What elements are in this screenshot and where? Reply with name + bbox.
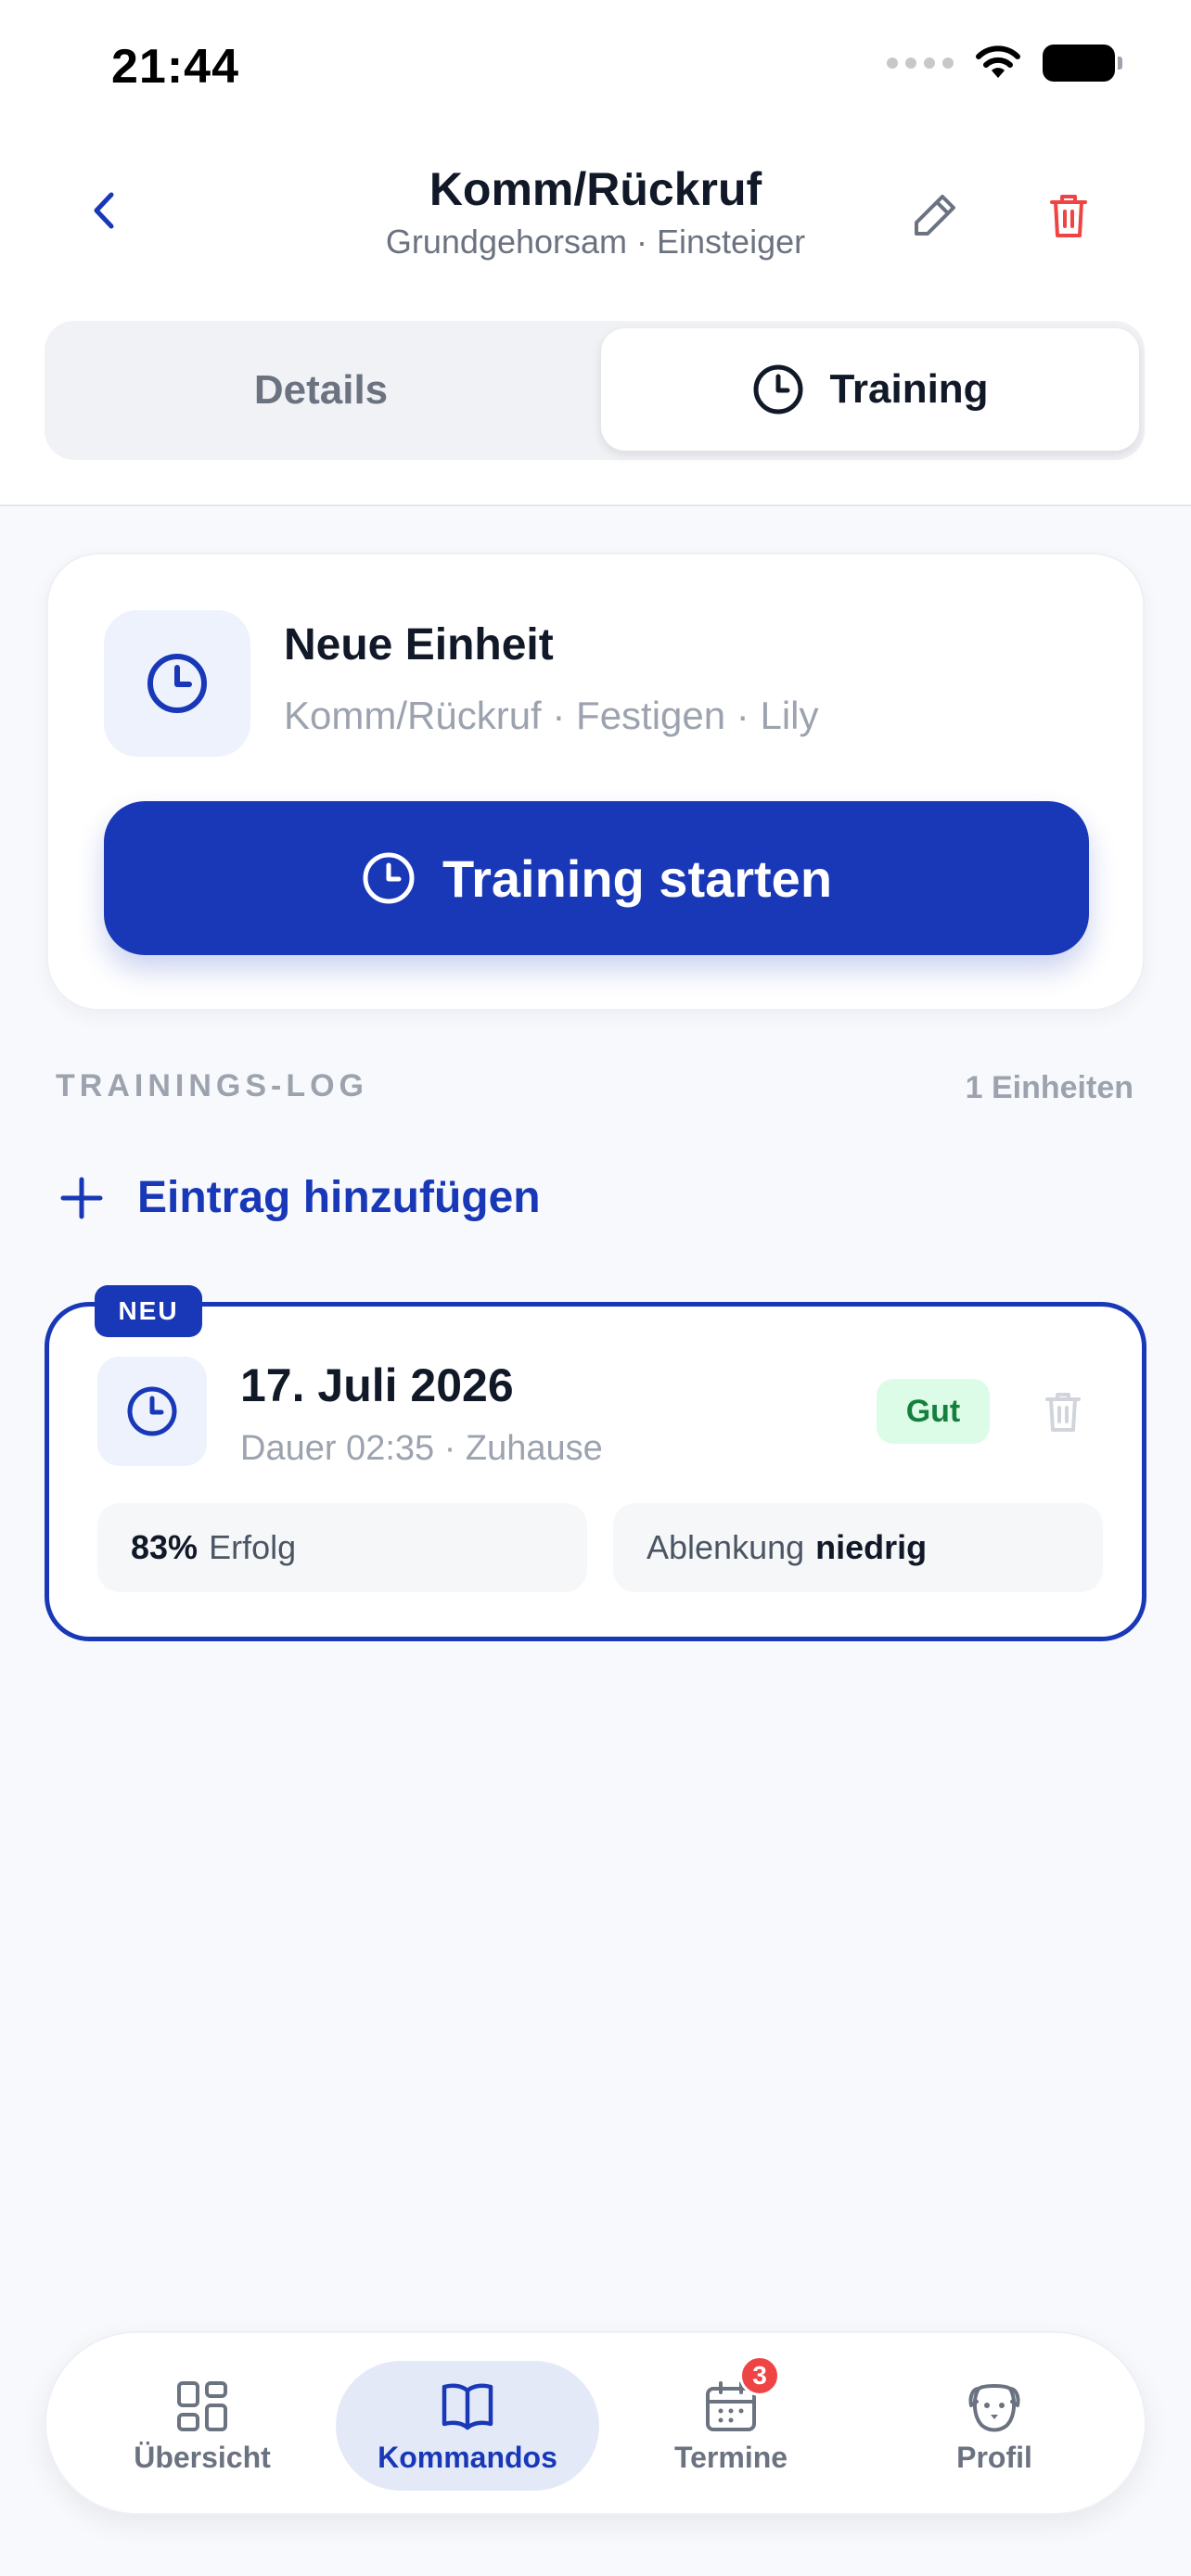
nav-header: Komm/Rückruf Grundgehorsam · Einsteiger xyxy=(0,148,1191,278)
book-icon xyxy=(439,2378,496,2435)
clock-icon xyxy=(753,364,803,414)
tab-dates[interactable]: 3 Termine xyxy=(599,2354,863,2491)
start-training-button[interactable]: Training starten xyxy=(104,801,1089,955)
entry-rating-badge: Gut xyxy=(877,1379,990,1444)
success-value: 83% xyxy=(131,1528,198,1566)
clock-icon xyxy=(147,654,207,713)
tab-training-label: Training xyxy=(829,366,989,412)
tab-dates-label: Termine xyxy=(673,2440,788,2474)
battery-icon xyxy=(1043,45,1122,82)
wifi-icon xyxy=(976,45,1020,78)
back-button[interactable] xyxy=(82,187,128,234)
bottom-tab-bar: Übersicht Kommandos 3 Termine Profil xyxy=(45,2331,1146,2515)
delete-button[interactable] xyxy=(1043,189,1095,241)
tab-overview[interactable]: Übersicht xyxy=(70,2361,334,2491)
segmented-control: Details Training xyxy=(45,321,1145,460)
new-session-icon-box xyxy=(104,610,250,757)
success-label: Erfolg xyxy=(209,1528,297,1566)
status-time: 21:44 xyxy=(111,40,239,94)
clock-icon xyxy=(127,1386,177,1436)
top-area: 21:44 Komm/Rückruf Grundgehorsam · Einst… xyxy=(0,0,1191,506)
tab-commands[interactable]: Kommandos xyxy=(336,2361,599,2491)
tab-overview-label: Übersicht xyxy=(134,2440,271,2474)
page-subtitle: Grundgehorsam · Einsteiger xyxy=(385,223,806,261)
entry-distraction-stat: Ablenkung niedrig xyxy=(613,1503,1103,1592)
header-title-group: Komm/Rückruf Grundgehorsam · Einsteiger xyxy=(260,159,931,265)
status-icons xyxy=(887,45,1122,82)
status-bar: 21:44 xyxy=(0,0,1191,139)
distraction-value: niedrig xyxy=(815,1528,928,1566)
distraction-label: Ablenkung xyxy=(647,1528,805,1566)
tab-training[interactable]: Training xyxy=(601,328,1139,451)
tab-commands-label: Kommandos xyxy=(378,2440,557,2474)
dog-icon xyxy=(966,2378,1023,2435)
page-title: Komm/Rückruf xyxy=(429,163,762,215)
edit-button[interactable] xyxy=(909,189,961,241)
cellular-signal-icon xyxy=(887,57,954,69)
entry-meta: Dauer 02:35 · Zuhause xyxy=(240,1429,603,1468)
training-log-header: TRAININGS-LOG xyxy=(56,1068,368,1103)
entry-delete-button[interactable] xyxy=(1040,1388,1086,1435)
entry-date: 17. Juli 2026 xyxy=(240,1359,514,1411)
entry-success-stat: 83% Erfolg xyxy=(97,1503,587,1592)
tab-details[interactable]: Details xyxy=(45,321,597,460)
tab-profile[interactable]: Profil xyxy=(863,2361,1126,2491)
entry-icon-box xyxy=(97,1357,207,1466)
dates-badge-count: 3 xyxy=(739,2354,780,2396)
add-entry-button[interactable]: Eintrag hinzufügen xyxy=(59,1172,541,1223)
start-training-label: Training starten xyxy=(442,848,833,908)
clock-icon xyxy=(363,852,415,904)
new-session-title: Neue Einheit xyxy=(284,620,554,670)
tab-profile-label: Profil xyxy=(956,2440,1032,2474)
training-log-count: 1 Einheiten xyxy=(965,1070,1133,1105)
log-entry-card[interactable]: 17. Juli 2026 Dauer 02:35 · Zuhause Gut … xyxy=(45,1302,1146,1641)
new-badge: NEU xyxy=(95,1285,202,1337)
add-entry-label: Eintrag hinzufügen xyxy=(137,1173,541,1222)
new-session-subtitle: Komm/Rückruf · Festigen · Lily xyxy=(284,694,819,737)
new-session-card: Neue Einheit Komm/Rückruf · Festigen · L… xyxy=(46,553,1145,1011)
plus-icon xyxy=(60,1177,103,1218)
calendar-icon: 3 xyxy=(702,2354,780,2435)
grid-icon xyxy=(173,2378,231,2435)
